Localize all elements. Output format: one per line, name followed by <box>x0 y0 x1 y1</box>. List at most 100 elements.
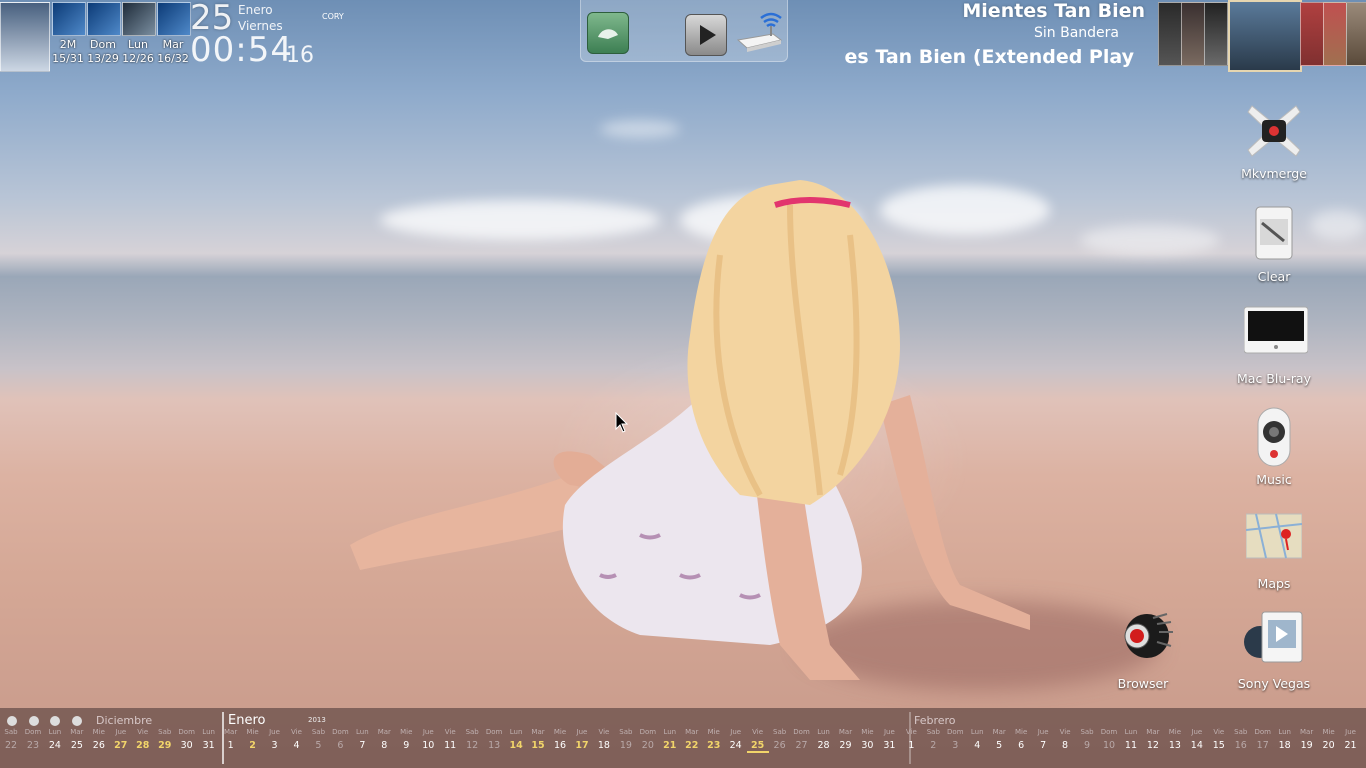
desktop-icon-sony-vegas[interactable]: Sony Vegas <box>1224 610 1324 691</box>
calendar-day[interactable]: Jue 27 <box>110 728 132 751</box>
calendar-day[interactable]: Jue 21 <box>1340 728 1362 751</box>
calendar-day[interactable]: Lun 11 <box>1120 728 1142 751</box>
calendar-refresh-icon[interactable] <box>50 716 60 726</box>
calendar-day[interactable]: Mar 8 <box>373 728 395 751</box>
calendar-next-month: Febrero <box>914 714 956 727</box>
calendar-weekday: Mar <box>685 728 699 736</box>
calendar-day[interactable]: Sab 16 <box>1230 728 1252 751</box>
calendar-day[interactable]: Mie 9 <box>395 728 417 751</box>
calendar-day[interactable]: Lun 31 <box>198 728 220 751</box>
calendar-day[interactable]: Sab 26 <box>769 728 791 751</box>
calendar-info-icon[interactable] <box>7 716 17 726</box>
calendar-day[interactable]: Sab 2 <box>922 728 944 751</box>
calendar-day[interactable]: Mie 23 <box>703 728 725 751</box>
desktop-icon-clear[interactable]: Clear <box>1224 203 1324 284</box>
wifi-router-icon[interactable] <box>733 10 783 52</box>
calendar-day[interactable]: Dom 6 <box>329 728 351 751</box>
calendar-day[interactable]: Mar 25 <box>66 728 88 751</box>
calendar-day[interactable]: Vie 11 <box>439 728 461 751</box>
album-cover[interactable] <box>1323 2 1347 66</box>
deviantart-icon[interactable] <box>587 12 629 54</box>
calendar-day[interactable]: Lun 28 <box>813 728 835 751</box>
calendar-day[interactable]: Sab 12 <box>461 728 483 751</box>
calendar-day[interactable]: Vie 18 <box>593 728 615 751</box>
calendar-settings-icon[interactable] <box>29 716 39 726</box>
calendar-day[interactable]: Jue 14 <box>1186 728 1208 751</box>
calendar-day-number: 1 <box>227 740 234 751</box>
calendar-weekday: Dom <box>1100 728 1118 736</box>
calendar-day[interactable]: Dom 13 <box>483 728 505 751</box>
girl-figure <box>350 180 1030 680</box>
weather-day-1-icon <box>52 2 86 36</box>
calendar-day[interactable]: Sab 5 <box>307 728 329 751</box>
calendar-day[interactable]: Mar 1 <box>220 728 242 751</box>
calendar-day[interactable]: Mie 30 <box>856 728 878 751</box>
calendar-day-number: 29 <box>839 740 852 751</box>
desktop-icon-mkvmerge[interactable]: Mkvmerge <box>1224 100 1324 181</box>
calendar-day[interactable]: Vie 8 <box>1054 728 1076 751</box>
calendar-day[interactable]: Jue 10 <box>417 728 439 751</box>
weather-day-label: Lun <box>128 38 148 51</box>
calendar-weekday: Sab <box>926 728 940 736</box>
calendar-day[interactable]: Mie 20 <box>1318 728 1340 751</box>
calendar-day[interactable]: Sab 19 <box>615 728 637 751</box>
calendar-day[interactable]: Dom 3 <box>944 728 966 751</box>
calendar-day[interactable]: Lun 18 <box>1274 728 1296 751</box>
calendar-day[interactable]: Vie 4 <box>285 728 307 751</box>
calendar-day[interactable]: Jue 31 <box>878 728 900 751</box>
calendar-day[interactable]: Lun 24 <box>44 728 66 751</box>
album-cover[interactable] <box>1158 2 1182 66</box>
calendar-day[interactable]: Vie 15 <box>1208 728 1230 751</box>
calendar-day[interactable]: Dom 23 <box>22 728 44 751</box>
album-cover-current[interactable] <box>1228 0 1302 72</box>
calendar-day[interactable]: Dom 27 <box>791 728 813 751</box>
desktop-icon-maps[interactable]: Maps <box>1224 510 1324 591</box>
calendar-day[interactable]: Mie 2 <box>242 728 264 751</box>
calendar-day[interactable]: Sab 29 <box>154 728 176 751</box>
weather-tag: CORY <box>322 12 344 21</box>
calendar-day[interactable]: Sab 22 <box>0 728 22 751</box>
calendar-day[interactable]: Mar 22 <box>681 728 703 751</box>
calendar-day-today[interactable]: Vie 25 <box>746 728 769 753</box>
calendar-day[interactable]: Mar 12 <box>1142 728 1164 751</box>
album-cover[interactable] <box>1300 2 1324 66</box>
calendar-day[interactable]: Mie 26 <box>88 728 110 751</box>
calendar-day[interactable]: Lun 21 <box>659 728 681 751</box>
calendar-day-number: 24 <box>48 740 61 751</box>
calendar-day[interactable]: Mie 13 <box>1164 728 1186 751</box>
play-icon[interactable] <box>685 14 727 56</box>
calendar-day[interactable]: Jue 7 <box>1032 728 1054 751</box>
calendar-day[interactable]: Dom 17 <box>1252 728 1274 751</box>
calendar-day[interactable]: Jue 24 <box>725 728 747 751</box>
calendar-day[interactable]: Mie 16 <box>549 728 571 751</box>
calendar-weekday: Mie <box>246 728 259 736</box>
desktop-icon-mac-bluray[interactable]: Mac Blu-ray <box>1224 305 1324 386</box>
calendar-day[interactable]: Mar 29 <box>834 728 856 751</box>
calendar-day[interactable]: Lun 4 <box>966 728 988 751</box>
calendar-weekday: Mie <box>92 728 105 736</box>
desktop-icon-browser[interactable]: Browser <box>1093 610 1193 691</box>
calendar-day[interactable]: Jue 17 <box>571 728 593 751</box>
calendar-day-number: 17 <box>575 740 589 751</box>
calendar-day[interactable]: Dom 30 <box>176 728 198 751</box>
calendar-day[interactable]: Mar 19 <box>1296 728 1318 751</box>
clock-seconds: 16 <box>286 43 314 68</box>
album-cover[interactable] <box>1204 2 1228 66</box>
album-cover[interactable] <box>1346 2 1366 66</box>
desktop-icon-music[interactable]: Music <box>1224 406 1324 487</box>
calendar-day[interactable]: Vie 28 <box>132 728 154 751</box>
calendar-day[interactable]: Lun 14 <box>505 728 527 751</box>
calendar-weekday: Jue <box>269 728 280 736</box>
calendar-day[interactable]: Dom 10 <box>1098 728 1120 751</box>
calendar-day[interactable]: Vie 1 <box>900 728 922 751</box>
calendar-day[interactable]: Mie 6 <box>1010 728 1032 751</box>
calendar-day[interactable]: Dom 20 <box>637 728 659 751</box>
calendar-day[interactable]: Mar 5 <box>988 728 1010 751</box>
weather-widget[interactable]: 2M Dom Lun Mar 15/31 13/29 12/26 16/32 2… <box>0 0 344 72</box>
calendar-day[interactable]: Mar 15 <box>527 728 549 751</box>
calendar-day[interactable]: Lun 7 <box>351 728 373 751</box>
calendar-back-icon[interactable] <box>72 716 82 726</box>
album-cover[interactable] <box>1181 2 1205 66</box>
calendar-day[interactable]: Jue 3 <box>264 728 286 751</box>
calendar-day[interactable]: Sab 9 <box>1076 728 1098 751</box>
